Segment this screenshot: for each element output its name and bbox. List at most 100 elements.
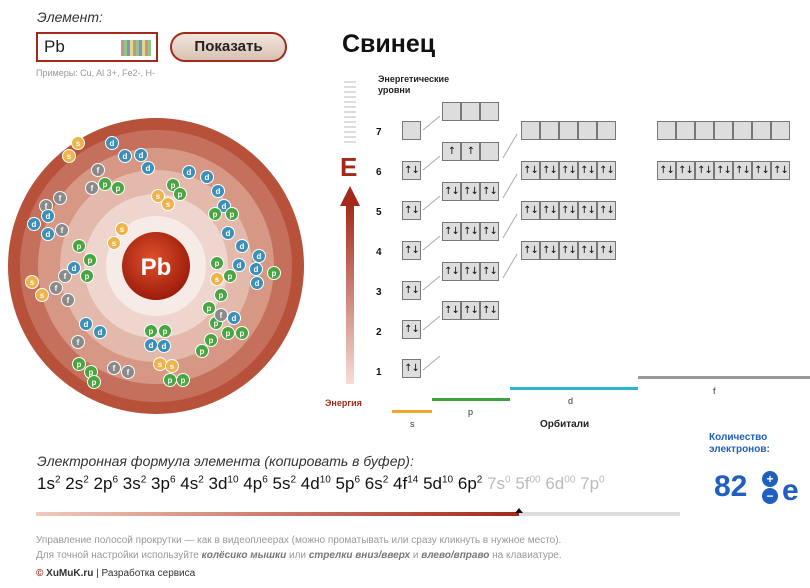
electron-label: d — [149, 341, 154, 350]
page: Элемент: Pb Показать Примеры: Cu, Al 3+,… — [0, 0, 810, 588]
electron-label: f — [64, 272, 67, 281]
element-input[interactable]: Pb — [36, 32, 158, 62]
electron-label: d — [240, 242, 245, 251]
sublevel-label-p: p — [468, 407, 474, 417]
footer-service: Разработка сервиса — [101, 568, 196, 579]
orbital-cell-5f — [752, 121, 771, 140]
electron-label: s — [67, 152, 72, 161]
orbitals-label: Орбитали — [540, 419, 590, 430]
periodic-table-icon[interactable] — [121, 40, 151, 56]
electron-label: p — [178, 190, 183, 199]
sublevel-bar-d — [510, 387, 638, 390]
electron-label: p — [226, 329, 231, 338]
element-name: Свинец — [342, 30, 436, 58]
orbital-cell-5f — [714, 121, 733, 140]
electron-label: p — [240, 329, 245, 338]
electron-label: d — [110, 139, 115, 148]
electron-label: d — [46, 212, 51, 221]
orbital-cell-5f — [676, 121, 695, 140]
formula-term: 3p6 — [151, 474, 176, 493]
electron-label: p — [200, 347, 205, 356]
electron-label: p — [92, 378, 97, 387]
connector-lines — [422, 115, 518, 371]
sublevel-label-s: s — [410, 419, 415, 429]
formula-term: 4f14 — [393, 474, 419, 493]
electron-label: f — [220, 311, 223, 320]
level-label: 5 — [376, 207, 382, 218]
orbital-cell-4f: ↑↓ — [695, 161, 714, 180]
formula-scrollbar[interactable] — [36, 508, 680, 516]
electron-label: d — [139, 151, 144, 160]
electron-label: p — [149, 327, 154, 336]
formula-term: 4s2 — [180, 474, 204, 493]
footer: © XuMuK.ru | Разработка сервиса — [36, 568, 196, 579]
formula-term: 5d10 — [423, 474, 454, 493]
electron-label: s — [158, 360, 163, 369]
electron-label: f — [91, 184, 94, 193]
formula-term: 2p6 — [93, 474, 119, 493]
electron-label: d — [257, 252, 262, 261]
footer-brand-link[interactable]: XuMuK.ru — [46, 568, 93, 579]
electron-label: p — [77, 360, 82, 369]
energy-levels-title: Энергетические уровни — [378, 74, 450, 95]
electron-label: d — [46, 230, 51, 239]
electron-label: f — [113, 364, 116, 373]
electron-label: s — [166, 200, 171, 209]
electron-label: p — [213, 210, 218, 219]
formula-term: 6p2 — [457, 474, 483, 493]
electron-label: d — [84, 320, 89, 329]
orbital-cell-5f — [771, 121, 790, 140]
electron-label: d — [255, 279, 260, 288]
formula-term: 3s2 — [122, 474, 147, 493]
show-button[interactable]: Показать — [170, 32, 287, 62]
electron-formula[interactable]: 1s2 2s2 2p6 3s2 3p6 4s2 3d10 4p6 5s2 4d1… — [37, 474, 605, 494]
electron-label: s — [215, 275, 220, 284]
formula-term: 2s2 — [65, 474, 89, 493]
electron-stepper-icon[interactable]: + − e — [760, 470, 810, 506]
electron-label: s — [76, 139, 81, 148]
electron-label: f — [97, 166, 100, 175]
electron-label: d — [216, 187, 221, 196]
electron-count: 82 — [714, 470, 748, 503]
electron-label: d — [222, 202, 227, 211]
orbital-cell-4f: ↑↓ — [752, 161, 771, 180]
formula-term: 1s2 — [37, 474, 61, 493]
electron-label: p — [209, 336, 214, 345]
electron-label: p — [228, 272, 233, 281]
sublevel-bar-s — [392, 410, 432, 413]
electron-label: d — [254, 265, 259, 274]
orbital-cell-5f — [733, 121, 752, 140]
electron-label: s — [120, 225, 125, 234]
sublevel-bar-f — [638, 376, 810, 379]
electron-label: p — [77, 242, 82, 251]
scrollbar-thumb[interactable] — [515, 508, 523, 513]
formula-term: 3d10 — [208, 474, 239, 493]
help-text: Управление полосой прокрутки — как в вид… — [36, 535, 562, 561]
electron-label: p — [168, 376, 173, 385]
scrollbar-fill — [36, 512, 519, 516]
electron-label: d — [232, 314, 237, 323]
electron-label: s — [112, 239, 117, 248]
electron-label: s — [30, 278, 35, 287]
level-label: 6 — [376, 167, 382, 178]
orbital-cell-5f — [695, 121, 714, 140]
electron-label: d — [226, 229, 231, 238]
electron-label: d — [205, 173, 210, 182]
electron-label: p — [88, 256, 93, 265]
electron-label: d — [237, 261, 242, 270]
element-label: Элемент: — [37, 9, 103, 25]
electron-label: d — [187, 168, 192, 177]
electron-label: p — [219, 291, 224, 300]
level-label: 7 — [376, 127, 382, 138]
orbital-cell-4f: ↑↓ — [714, 161, 733, 180]
level-label: 3 — [376, 287, 382, 298]
electron-label: p — [181, 376, 186, 385]
nucleus-symbol: Pb — [141, 254, 172, 281]
electron-label: s — [40, 291, 45, 300]
formula-label[interactable]: Электронная формула элемента (копировать… — [37, 453, 414, 469]
level-label: 2 — [376, 327, 382, 338]
electron-label: p — [85, 272, 90, 281]
electron-count-label: Количество электронов: — [709, 432, 770, 455]
svg-text:−: − — [766, 489, 773, 503]
electron-label: p — [103, 180, 108, 189]
